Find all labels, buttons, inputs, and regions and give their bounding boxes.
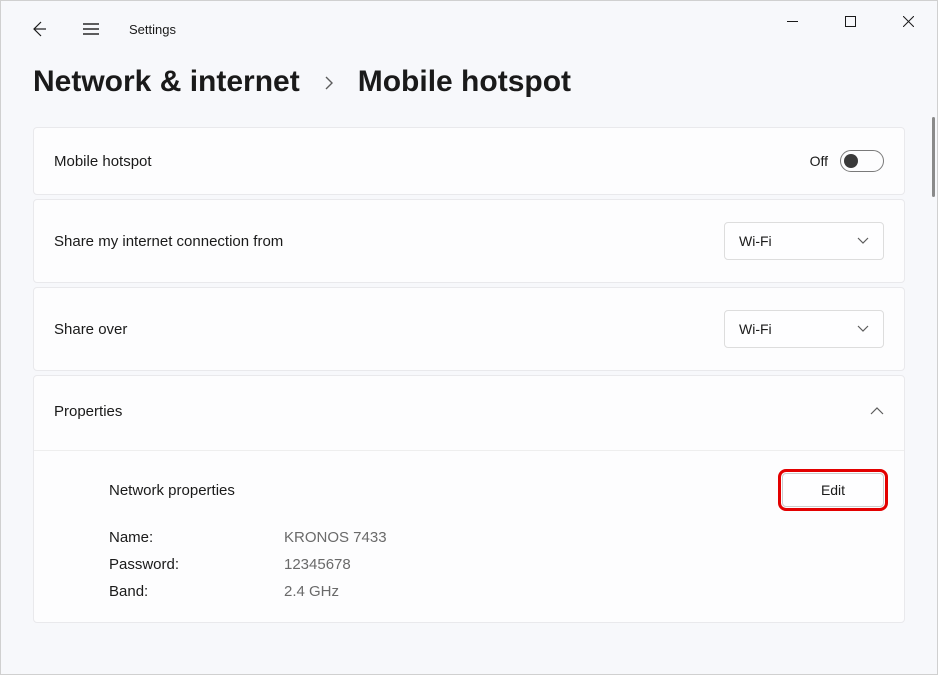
properties-expander[interactable]: Properties (34, 376, 904, 450)
hotspot-state: Off (810, 153, 828, 169)
edit-button[interactable]: Edit (782, 473, 884, 507)
hotspot-toggle-wrap: Off (810, 150, 884, 172)
properties-card: Properties Network properties Edit Name:… (33, 375, 905, 623)
share-from-card: Share my internet connection from Wi-Fi (33, 199, 905, 283)
edit-button-label: Edit (821, 482, 845, 498)
minimize-button[interactable] (763, 1, 821, 41)
properties-heading: Properties (54, 403, 122, 420)
scrollbar[interactable] (932, 117, 935, 197)
prop-password-value: 12345678 (284, 556, 884, 573)
share-from-dropdown[interactable]: Wi-Fi (724, 222, 884, 260)
prop-name-value: KRONOS 7433 (284, 529, 884, 546)
hotspot-card: Mobile hotspot Off (33, 127, 905, 195)
share-over-card: Share over Wi-Fi (33, 287, 905, 371)
share-over-dropdown[interactable]: Wi-Fi (724, 310, 884, 348)
share-from-value: Wi-Fi (739, 233, 772, 249)
share-over-label: Share over (54, 321, 127, 338)
chevron-down-icon (857, 320, 869, 338)
breadcrumb-parent[interactable]: Network & internet (33, 65, 300, 99)
chevron-right-icon (324, 74, 334, 95)
prop-name-key: Name: (109, 529, 284, 546)
menu-button[interactable] (77, 15, 105, 43)
chevron-up-icon (870, 402, 884, 420)
prop-band-key: Band: (109, 583, 284, 600)
properties-body: Network properties Edit Name: KRONOS 743… (34, 450, 904, 622)
prop-band-value: 2.4 GHz (284, 583, 884, 600)
app-title: Settings (129, 22, 176, 37)
breadcrumb-current: Mobile hotspot (358, 65, 571, 99)
content-area: Network & internet Mobile hotspot Mobile… (1, 65, 937, 623)
prop-password-key: Password: (109, 556, 284, 573)
breadcrumb: Network & internet Mobile hotspot (33, 65, 905, 99)
hotspot-label: Mobile hotspot (54, 153, 152, 170)
share-over-value: Wi-Fi (739, 321, 772, 337)
chevron-down-icon (857, 232, 869, 250)
share-from-label: Share my internet connection from (54, 233, 283, 250)
hotspot-toggle[interactable] (840, 150, 884, 172)
maximize-button[interactable] (821, 1, 879, 41)
close-button[interactable] (879, 1, 937, 41)
network-properties-label: Network properties (109, 482, 235, 499)
back-button[interactable] (25, 15, 53, 43)
window-controls (763, 1, 937, 41)
properties-grid: Name: KRONOS 7433 Password: 12345678 Ban… (109, 529, 884, 600)
